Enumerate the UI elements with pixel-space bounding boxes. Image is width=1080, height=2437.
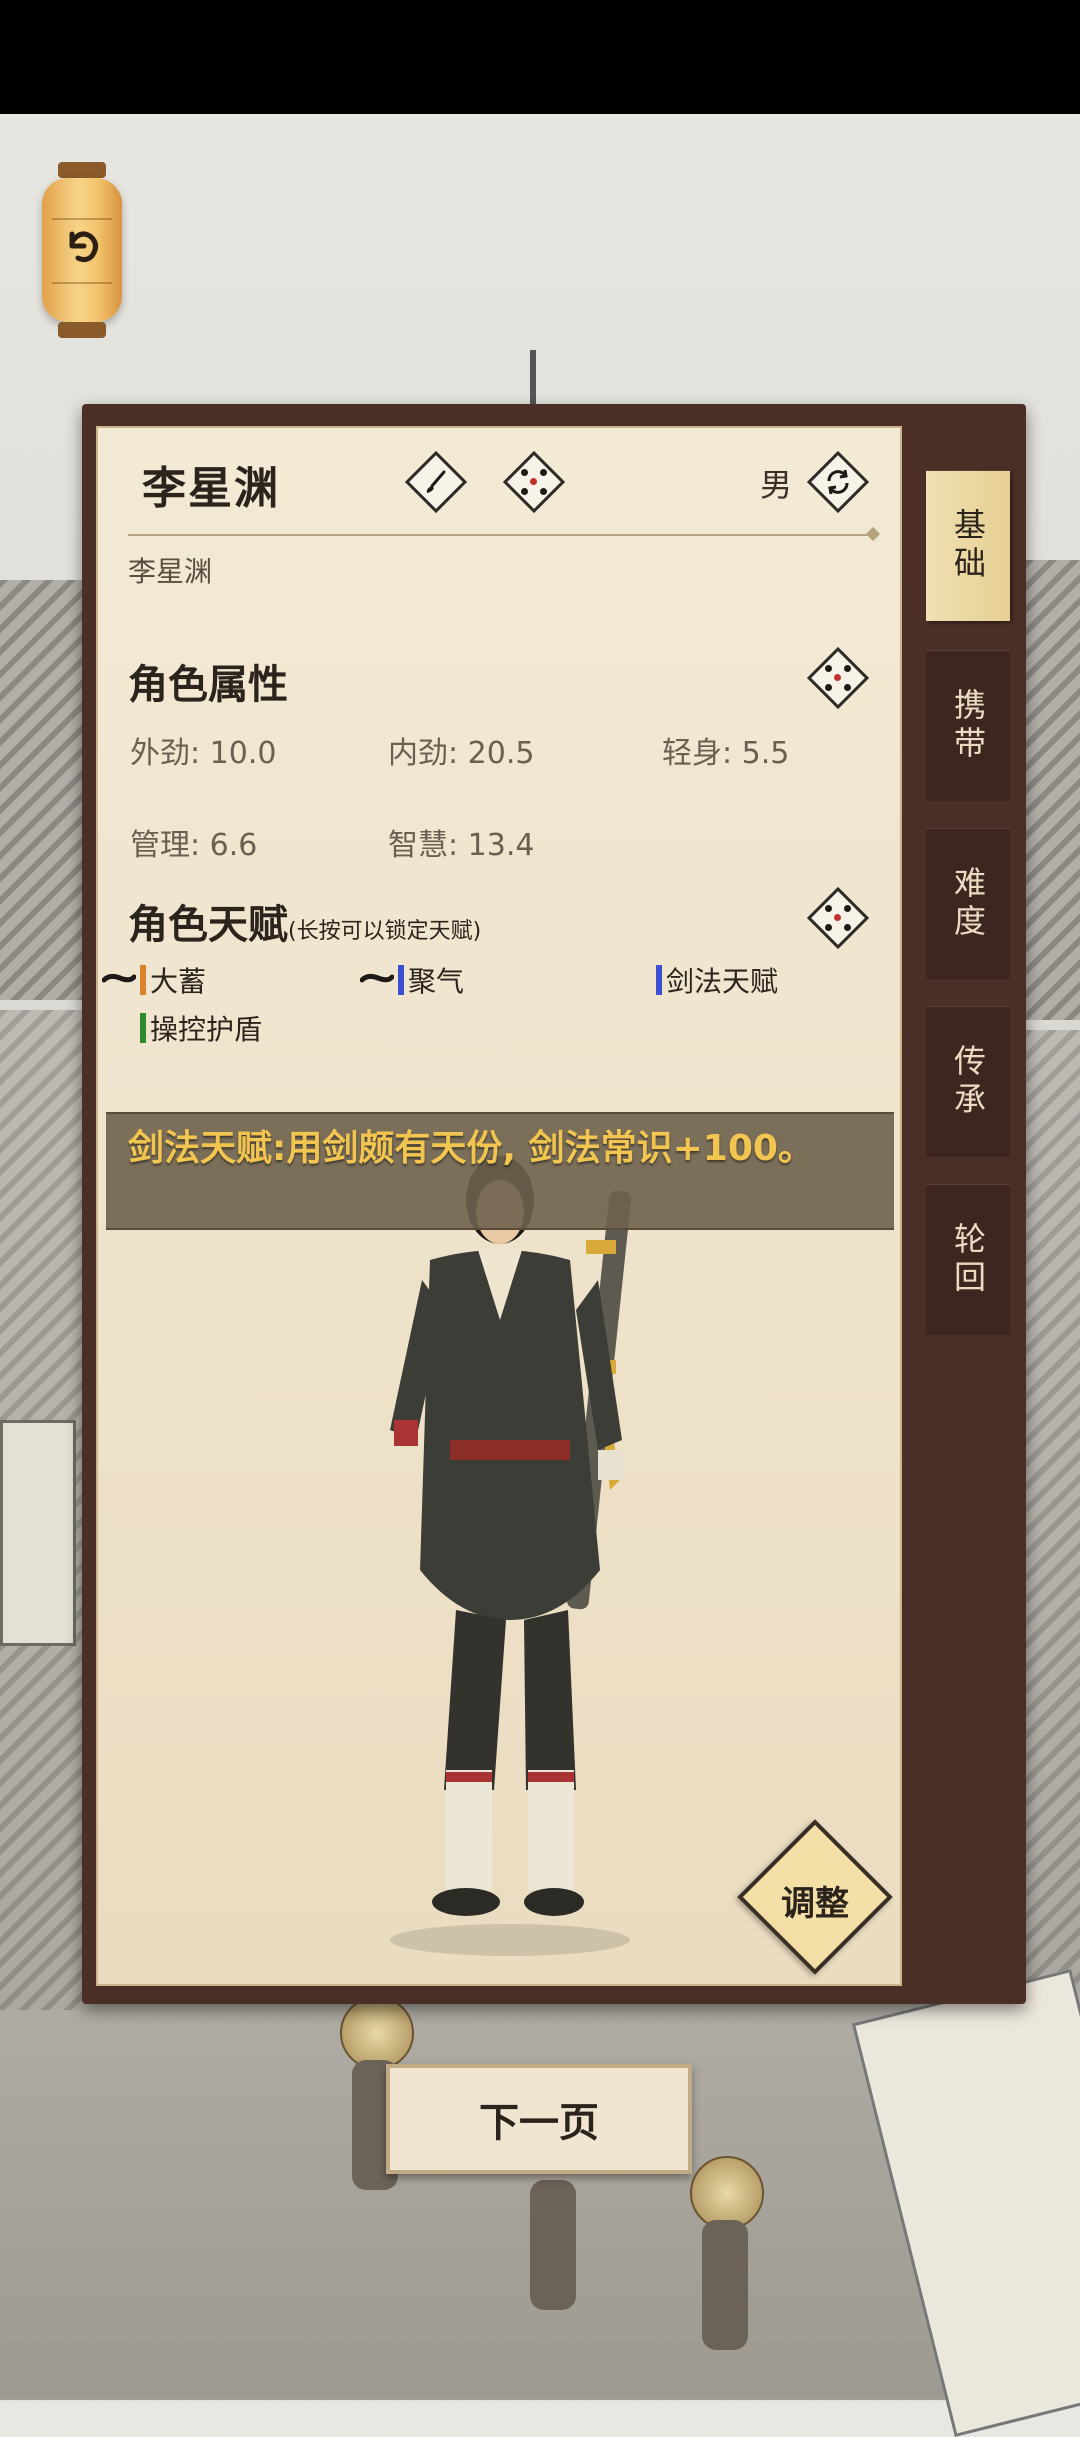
background-poster: [851, 1968, 1080, 2437]
lantern-cap: [58, 162, 106, 178]
talent-item[interactable]: 剑法天赋: [656, 960, 778, 1000]
adjust-button-label[interactable]: 调整: [760, 1876, 870, 1925]
background-guard: [702, 2220, 748, 2350]
back-button[interactable]: [38, 162, 126, 338]
background-guard: [530, 2180, 576, 2310]
attributes-title: 角色属性: [128, 662, 288, 708]
attribute-waijin: 外劲: 10.0: [130, 736, 277, 771]
background-spire: [530, 350, 536, 410]
ink-stroke-icon: [360, 973, 394, 983]
back-arrow-icon: [69, 231, 98, 263]
brush-icon: [426, 470, 446, 493]
tab-basic[interactable]: 基础: [926, 470, 1010, 621]
lantern-cap: [58, 322, 106, 338]
background-guard-hat: [690, 2156, 764, 2230]
talent-tooltip: 剑法天赋:用剑颇有天份, 剑法常识+100。: [106, 1112, 894, 1230]
refresh-icon: [827, 469, 849, 495]
background-building-right: [1026, 1030, 1080, 1990]
talent-item[interactable]: 聚气: [360, 960, 464, 1000]
talent-label: 剑法天赋: [666, 965, 779, 998]
tab-carry[interactable]: 携带: [926, 650, 1010, 801]
talents-title-text: 角色天赋: [128, 902, 288, 948]
background-roof-left: [0, 580, 82, 1000]
dice-icon: [825, 665, 851, 691]
talent-color-bar: [140, 1013, 146, 1043]
gender-label: 男: [760, 466, 793, 504]
attribute-guanli: 管理: 6.6: [130, 828, 258, 863]
attribute-qingshen: 轻身: 5.5: [662, 736, 790, 771]
attribute-zhihui: 智慧: 13.4: [388, 828, 535, 863]
talent-color-bar: [140, 965, 146, 995]
character-portrait: [390, 1156, 632, 1956]
talent-item[interactable]: 操控护盾: [140, 1008, 262, 1048]
attribute-neijin: 内劲: 20.5: [388, 736, 535, 771]
talents-title: 角色天赋(长按可以锁定天赋): [128, 892, 481, 950]
tab-reincarnation[interactable]: 轮回: [926, 1184, 1010, 1335]
character-subname: 李星渊: [128, 555, 213, 588]
tab-inheritance[interactable]: 传承: [926, 1006, 1010, 1157]
talent-label: 操控护盾: [150, 1013, 263, 1046]
divider: [128, 534, 872, 536]
talent-color-bar: [656, 965, 662, 995]
talent-label: 大蓄: [150, 965, 207, 998]
dice-icon: [825, 905, 851, 931]
tab-difficulty[interactable]: 难度: [926, 828, 1010, 979]
talents-hint: (长按可以锁定天赋): [288, 919, 482, 944]
ink-stroke-icon: [102, 973, 136, 983]
talent-color-bar: [398, 965, 404, 995]
status-bar: [0, 0, 1080, 114]
talent-item[interactable]: 大蓄: [102, 960, 206, 1000]
dice-icon: [521, 469, 547, 495]
background-sign: [0, 1420, 76, 1646]
background-roof-right: [1026, 560, 1080, 1020]
character-name: 李星渊: [142, 463, 280, 514]
next-page-button[interactable]: 下一页: [386, 2064, 692, 2174]
background-guard-hat: [340, 1996, 414, 2070]
talent-label: 聚气: [408, 965, 465, 998]
